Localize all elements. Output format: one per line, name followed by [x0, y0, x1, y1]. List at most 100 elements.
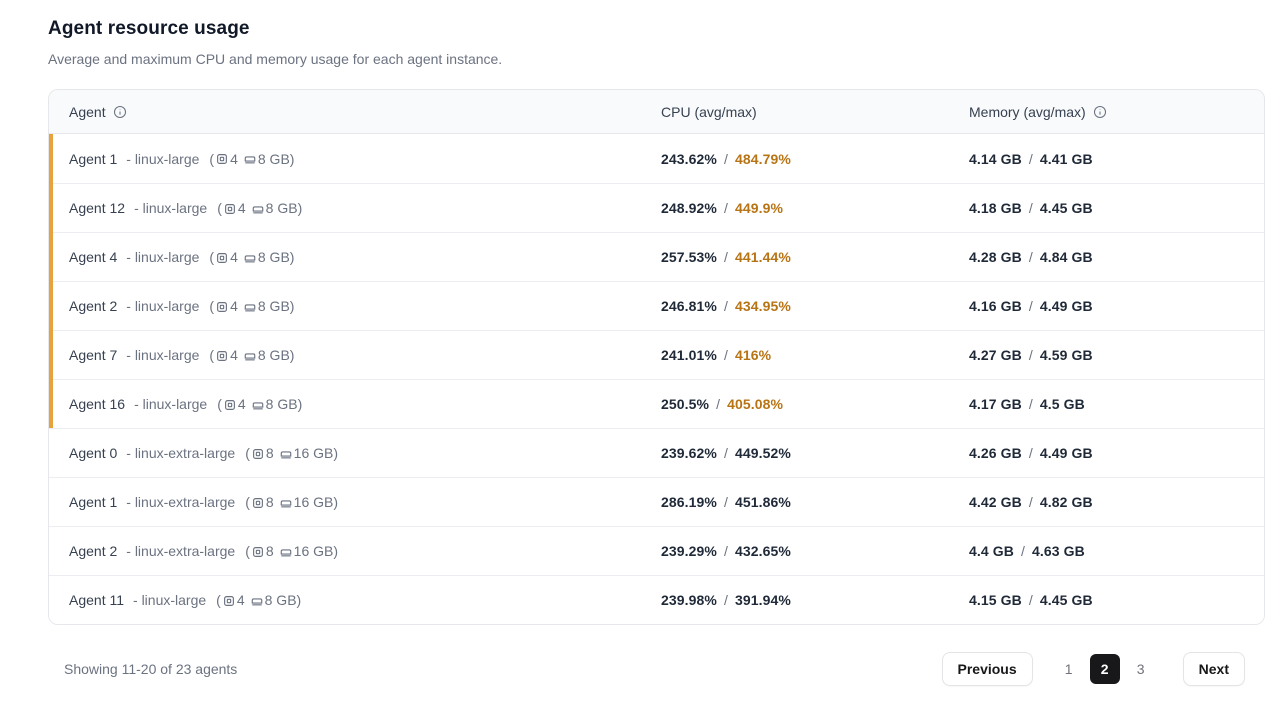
cpu-avg-value: 239.98%	[661, 592, 717, 608]
ram-amount: 8 GB	[258, 298, 290, 314]
specs-close-paren: )	[333, 494, 338, 510]
page-number-button[interactable]: 2	[1090, 654, 1120, 684]
specs-close-paren: )	[298, 200, 303, 216]
memory-usage-cell: 4.26 GB / 4.49 GB	[949, 445, 1264, 461]
cpu-usage-cell: 246.81% / 434.95%	[641, 298, 949, 314]
specs-open-paren: (	[216, 592, 221, 608]
agent-instance-type: - linux-large	[126, 298, 199, 314]
agent-instance-type: - linux-extra-large	[126, 494, 235, 510]
memory-max-value: 4.59 GB	[1040, 347, 1093, 363]
specs-close-paren: )	[333, 445, 338, 461]
info-icon[interactable]	[1093, 105, 1107, 119]
memory-max-value: 4.5 GB	[1040, 396, 1085, 412]
value-separator: /	[717, 592, 735, 608]
agent-name: Agent 16	[69, 396, 125, 412]
cpu-usage-cell: 239.29% / 432.65%	[641, 543, 949, 559]
value-separator: /	[1022, 249, 1040, 265]
memory-stick-icon	[243, 251, 257, 265]
previous-page-button[interactable]: Previous	[942, 652, 1033, 686]
cpu-chip-icon	[223, 398, 237, 412]
pagination-summary: Showing 11-20 of 23 agents	[64, 661, 237, 677]
cpu-max-value: 416%	[735, 347, 771, 363]
specs-open-paren: (	[217, 200, 222, 216]
memory-stick-icon	[279, 496, 293, 510]
ram-amount: 8 GB	[265, 592, 297, 608]
table-row: Agent 1 - linux-large ( 4 8 GB	[49, 134, 1264, 183]
agent-instance-type: - linux-large	[133, 592, 206, 608]
cpu-avg-value: 250.5%	[661, 396, 709, 412]
ram-amount: 8 GB	[258, 249, 290, 265]
agent-specs: ( 4 8 GB )	[216, 592, 301, 608]
memory-usage-cell: 4.27 GB / 4.59 GB	[949, 347, 1264, 363]
cpu-count: 4	[230, 151, 238, 167]
specs-close-paren: )	[290, 151, 295, 167]
table-row: Agent 4 - linux-large ( 4 8 GB	[49, 232, 1264, 281]
memory-max-value: 4.63 GB	[1032, 543, 1085, 559]
value-separator: /	[1022, 298, 1040, 314]
agent-specs: ( 8 16 GB )	[245, 543, 338, 559]
agent-instance-type: - linux-large	[134, 396, 207, 412]
agent-cell: Agent 16 - linux-large ( 4 8 GB	[49, 396, 641, 412]
agent-specs: ( 4 8 GB )	[217, 396, 302, 412]
table-footer: Showing 11-20 of 23 agents Previous 123 …	[48, 652, 1265, 686]
ram-amount: 8 GB	[258, 347, 290, 363]
agent-instance-type: - linux-large	[126, 151, 199, 167]
cpu-max-value: 432.65%	[735, 543, 791, 559]
memory-avg-value: 4.16 GB	[969, 298, 1022, 314]
memory-max-value: 4.84 GB	[1040, 249, 1093, 265]
page-title: Agent resource usage	[48, 18, 1265, 40]
cpu-count: 8	[266, 445, 274, 461]
ram-amount: 16 GB	[294, 543, 334, 559]
memory-usage-cell: 4.28 GB / 4.84 GB	[949, 249, 1264, 265]
page-number-button[interactable]: 1	[1054, 654, 1084, 684]
agent-name: Agent 4	[69, 249, 117, 265]
agent-name: Agent 12	[69, 200, 125, 216]
agent-specs: ( 4 8 GB )	[209, 298, 294, 314]
next-page-button[interactable]: Next	[1183, 652, 1245, 686]
value-separator: /	[709, 396, 727, 412]
specs-close-paren: )	[290, 347, 295, 363]
cpu-count: 4	[237, 592, 245, 608]
agent-specs: ( 8 16 GB )	[245, 445, 338, 461]
specs-close-paren: )	[298, 396, 303, 412]
agent-name: Agent 1	[69, 151, 117, 167]
agent-instance-type: - linux-extra-large	[126, 543, 235, 559]
agent-cell: Agent 0 - linux-extra-large ( 8	[49, 445, 641, 461]
memory-avg-value: 4.26 GB	[969, 445, 1022, 461]
cpu-avg-value: 243.62%	[661, 151, 717, 167]
cpu-max-value: 391.94%	[735, 592, 791, 608]
agent-cell: Agent 11 - linux-large ( 4 8 GB	[49, 592, 641, 608]
memory-stick-icon	[250, 594, 264, 608]
cpu-max-value: 405.08%	[727, 396, 783, 412]
memory-avg-value: 4.18 GB	[969, 200, 1022, 216]
memory-avg-value: 4.4 GB	[969, 543, 1014, 559]
table-row: Agent 12 - linux-large ( 4 8 GB	[49, 183, 1264, 232]
memory-stick-icon	[251, 398, 265, 412]
specs-close-paren: )	[333, 543, 338, 559]
page-subtitle: Average and maximum CPU and memory usage…	[48, 51, 1265, 67]
value-separator: /	[1014, 543, 1032, 559]
agent-cell: Agent 4 - linux-large ( 4 8 GB	[49, 249, 641, 265]
cpu-count: 8	[266, 494, 274, 510]
value-separator: /	[1022, 396, 1040, 412]
page-number-list: 123	[1054, 654, 1162, 684]
memory-usage-cell: 4.14 GB / 4.41 GB	[949, 151, 1264, 167]
column-header-memory: Memory (avg/max)	[949, 104, 1264, 120]
specs-open-paren: (	[209, 298, 214, 314]
specs-open-paren: (	[245, 494, 250, 510]
column-header-agent: Agent	[49, 104, 641, 120]
info-icon[interactable]	[113, 105, 127, 119]
value-separator: /	[717, 298, 735, 314]
agent-name: Agent 2	[69, 543, 117, 559]
cpu-usage-cell: 243.62% / 484.79%	[641, 151, 949, 167]
cpu-max-value: 441.44%	[735, 249, 791, 265]
agent-instance-type: - linux-large	[126, 347, 199, 363]
page-number-button[interactable]: 3	[1126, 654, 1156, 684]
cpu-usage-cell: 241.01% / 416%	[641, 347, 949, 363]
memory-usage-cell: 4.4 GB / 4.63 GB	[949, 543, 1264, 559]
value-separator: /	[717, 445, 735, 461]
agent-name: Agent 11	[69, 592, 124, 608]
table-row: Agent 2 - linux-extra-large ( 8	[49, 526, 1264, 575]
cpu-avg-value: 248.92%	[661, 200, 717, 216]
table-header-row: Agent CPU (avg/max) Memory (avg/max)	[49, 90, 1264, 134]
